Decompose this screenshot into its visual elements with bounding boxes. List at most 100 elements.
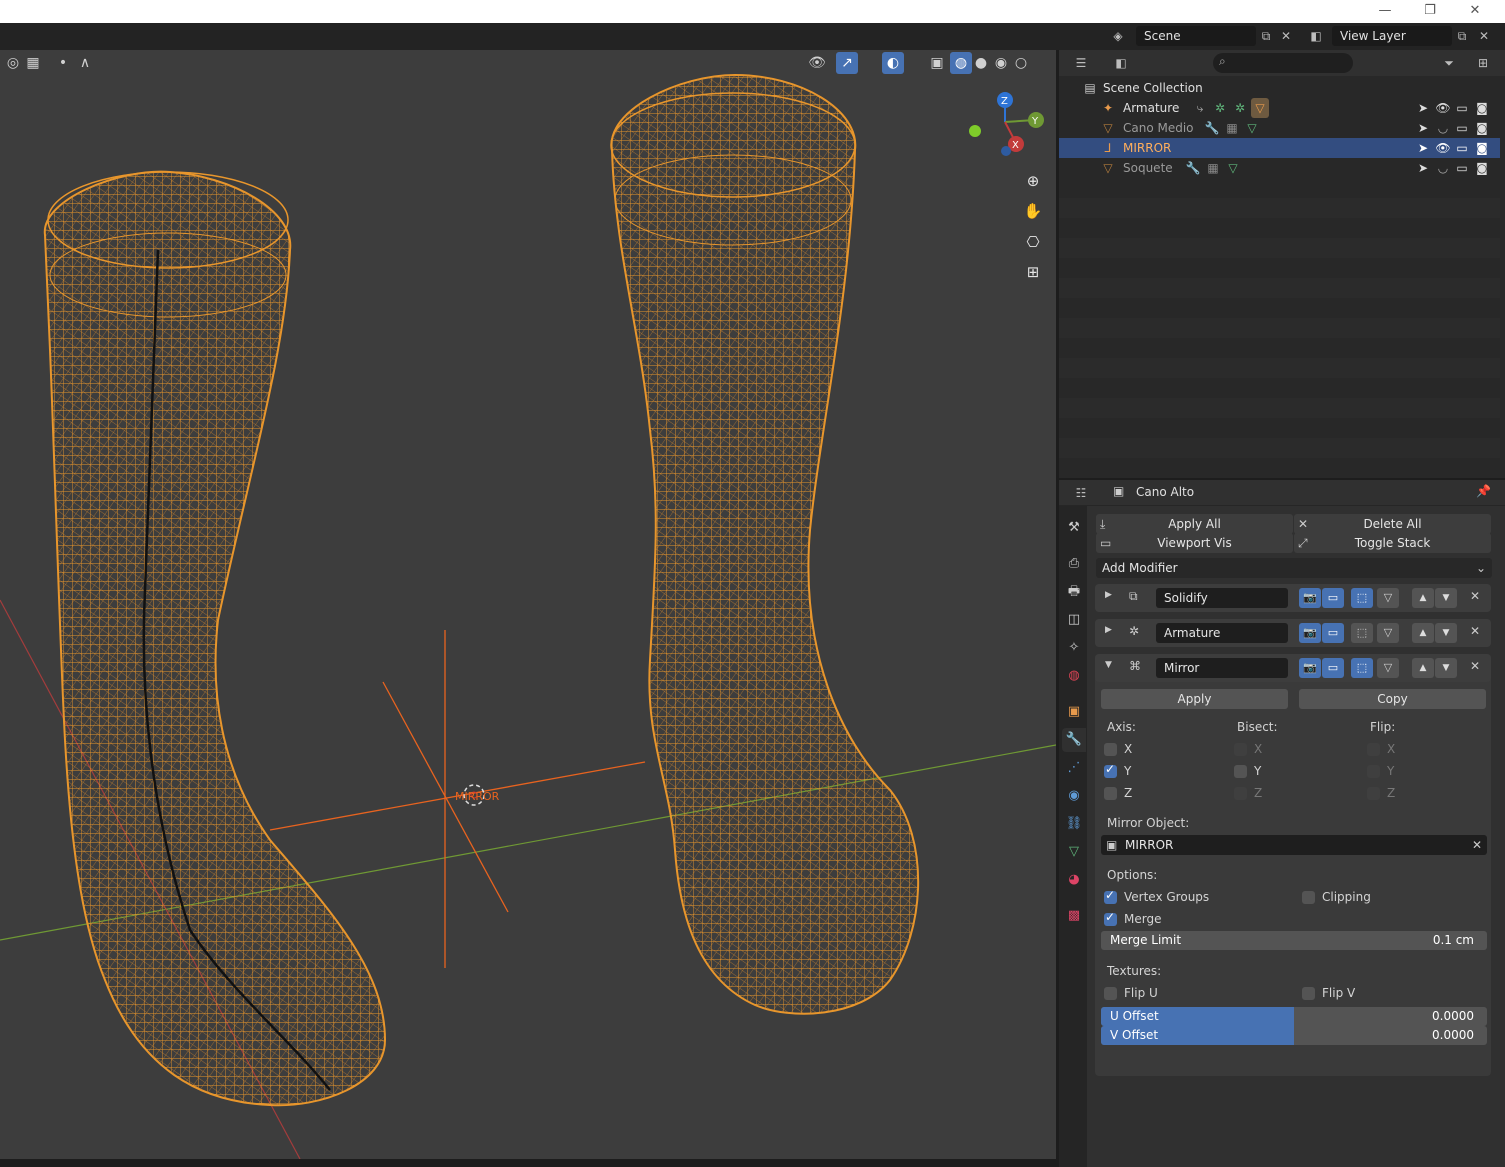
ortho-grid-icon[interactable]: ⊞ [1020,259,1046,285]
render-camera-icon[interactable]: 📷 [1299,623,1321,643]
move-up-icon[interactable]: ▲ [1412,658,1434,678]
axis-x-checkbox[interactable] [1104,743,1117,756]
on-cage-icon[interactable]: ▽ [1377,623,1399,643]
expand-triangle-icon[interactable]: ▶ [1105,625,1112,635]
apply-button[interactable]: Apply [1101,689,1288,709]
mirror-object-field[interactable]: ▣ MIRROR ✕ [1101,835,1487,855]
move-up-icon[interactable]: ▲ [1412,588,1434,608]
material-tab-icon[interactable]: ◕ [1062,868,1086,892]
render-toggle-icon[interactable]: ◙ [1473,138,1491,158]
select-toggle-icon[interactable]: ➤ [1414,138,1432,158]
u-offset-slider[interactable]: U Offset 0.0000 [1101,1007,1487,1026]
axis-y-checkbox[interactable] [1104,762,1117,778]
clear-icon[interactable]: ✕ [1472,835,1482,855]
scene-browse-icon[interactable]: ◈ [1108,26,1128,46]
zoom-icon[interactable]: ⊕ [1020,168,1046,194]
remove-modifier-icon[interactable]: ✕ [1470,659,1480,673]
vertex-groups-checkbox[interactable] [1104,888,1117,904]
remove-modifier-icon[interactable]: ✕ [1470,624,1480,638]
flip-u-checkbox[interactable] [1104,987,1117,1000]
pan-hand-icon[interactable]: ✋ [1020,198,1046,224]
unlink-view-layer-icon[interactable]: ✕ [1474,26,1494,46]
constraints-tab-icon[interactable]: ⛓ [1062,812,1086,836]
unlink-scene-icon[interactable]: ✕ [1276,26,1296,46]
mirror-name-field[interactable]: Mirror [1156,658,1288,678]
modifier-tab-icon[interactable]: 🔧 [1062,728,1086,752]
select-toggle-icon[interactable]: ➤ [1414,158,1432,178]
axis-z-checkbox[interactable] [1104,787,1117,800]
move-up-icon[interactable]: ▲ [1412,623,1434,643]
render-camera-icon[interactable]: 📷 [1299,658,1321,678]
viewport-display-icon[interactable]: ▭ [1322,623,1344,643]
delete-all-button[interactable]: ✕ Delete All [1294,514,1491,534]
move-down-icon[interactable]: ▼ [1435,623,1457,643]
render-toggle-icon[interactable]: ◙ [1473,118,1491,138]
editor-type-icon[interactable]: ▦ [22,52,44,74]
merge-limit-field[interactable]: Merge Limit 0.1 cm [1101,931,1487,950]
3d-viewport[interactable]: MIRROR Z Y X ◎ ▦ • ∧ 👁 ↗ ◐ ▣ ◍ ● ◉ ○ ⊕ ✋… [0,50,1056,1159]
new-view-layer-icon[interactable]: ⧉ [1452,26,1472,46]
xray-icon[interactable]: ▣ [926,52,948,74]
gizmo-toggle-icon[interactable]: ↗ [836,52,858,74]
outliner-row-scene-collection[interactable]: ▤ Scene Collection [1059,78,1500,98]
move-down-icon[interactable]: ▼ [1435,658,1457,678]
add-modifier-dropdown[interactable]: Add Modifier ⌄ [1096,558,1492,578]
scene-tab-icon[interactable]: ✧ [1062,636,1086,660]
object-tab-icon[interactable]: ▣ [1062,700,1086,724]
proportional-edit-icon[interactable]: ∧ [74,52,96,74]
world-tab-icon[interactable]: ◍ [1062,664,1086,688]
viewport-vis-button[interactable]: ▭ Viewport Vis [1096,533,1293,553]
viewport-display-icon[interactable]: ▭ [1322,658,1344,678]
viewport-mode-icon[interactable]: ◎ [2,52,24,74]
filter-icon[interactable]: ⏷ [1439,53,1459,73]
select-toggle-icon[interactable]: ➤ [1414,118,1432,138]
overlays-icon[interactable]: ◐ [882,52,904,74]
view-layer-tab-icon[interactable]: ◫ [1062,608,1086,632]
remove-modifier-icon[interactable]: ✕ [1470,589,1480,603]
visibility-eye-icon[interactable]: 👁 [806,52,828,74]
shading-solid-icon[interactable]: ● [970,52,992,74]
clipping-checkbox[interactable] [1302,891,1315,904]
new-scene-icon[interactable]: ⧉ [1256,26,1276,46]
toggle-stack-button[interactable]: ⤢ Toggle Stack [1294,533,1491,553]
tool-tab-icon[interactable]: ⚒ [1062,516,1086,540]
pin-icon[interactable]: 📌 [1476,484,1491,498]
render-camera-icon[interactable]: 📷 [1299,588,1321,608]
apply-all-button[interactable]: ⤓ Apply All [1096,514,1293,534]
bisect-x-checkbox[interactable] [1234,743,1247,756]
flip-z-checkbox[interactable] [1367,787,1380,800]
edit-mode-icon[interactable]: ⬚ [1351,658,1373,678]
viewport-display-icon[interactable]: ▭ [1322,588,1344,608]
select-toggle-icon[interactable]: ➤ [1414,98,1432,118]
data-tab-icon[interactable]: ▽ [1062,840,1086,864]
bisect-z-checkbox[interactable] [1234,787,1247,800]
camera-view-icon[interactable]: ⎔ [1020,229,1046,255]
new-collection-icon[interactable]: ⊞ [1473,53,1493,73]
physics-tab-icon[interactable]: ◉ [1062,784,1086,808]
view-layer-field[interactable]: View Layer [1332,26,1452,46]
armature-name-field[interactable]: Armature [1156,623,1288,643]
bisect-y-checkbox[interactable] [1234,765,1247,778]
expand-triangle-icon[interactable]: ▶ [1105,590,1112,600]
viewport-toggle-icon[interactable]: ▭ [1453,158,1471,178]
eye-closed-icon[interactable]: ◡ [1434,118,1452,138]
viewport-canvas[interactable]: MIRROR Z Y X [0,50,1056,1159]
output-tab-icon[interactable]: 🖶 [1062,580,1086,604]
viewport-toggle-icon[interactable]: ▭ [1453,138,1471,158]
display-mode-icon[interactable]: ◧ [1111,53,1131,73]
move-down-icon[interactable]: ▼ [1435,588,1457,608]
close-window-button[interactable]: ✕ [1463,2,1487,20]
viewport-toggle-icon[interactable]: ▭ [1453,98,1471,118]
properties-editor-type-icon[interactable]: ☷ [1071,483,1091,503]
v-offset-slider[interactable]: V Offset 0.0000 [1101,1026,1487,1045]
outliner-editor-type-icon[interactable]: ☰ [1071,53,1091,73]
edit-mode-icon[interactable]: ⬚ [1351,623,1373,643]
on-cage-icon[interactable]: ▽ [1377,588,1399,608]
edit-mode-icon[interactable]: ⬚ [1351,588,1373,608]
snap-dot-icon[interactable]: • [52,52,74,74]
merge-checkbox[interactable] [1104,910,1117,926]
flip-v-checkbox[interactable] [1302,987,1315,1000]
outliner-search-input[interactable]: ⌕ [1213,53,1353,73]
particles-tab-icon[interactable]: ⋰ [1062,756,1086,780]
scene-field[interactable]: Scene [1136,26,1256,46]
